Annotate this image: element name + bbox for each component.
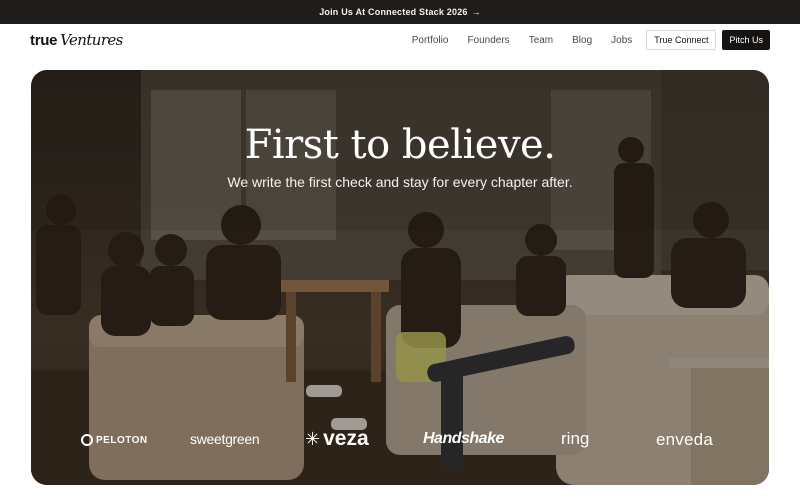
pitch-us-button[interactable]: Pitch Us [722,30,770,50]
arrow-right-icon: → [471,7,481,17]
veza-wordmark: veza [323,427,369,450]
nav-links: Portfolio Founders Team Blog Jobs True C… [412,30,770,50]
portfolio-logos: PELOTON sweetgreen ✳ veza Handshake ring… [31,427,769,454]
peloton-logo[interactable]: PELOTON [81,434,148,446]
true-connect-button[interactable]: True Connect [646,30,717,50]
sweetgreen-logo[interactable]: sweetgreen [190,431,260,447]
hero-title: First to believe. [244,122,556,168]
hero-banner: First to believe. We write the first che… [31,70,769,485]
ring-logo[interactable]: ring [561,429,589,449]
announcement-text[interactable]: Join Us At Connected Stack 2026 [319,7,467,17]
peloton-mark-icon [81,434,93,446]
handshake-logo[interactable]: Handshake [423,430,504,448]
logo-script: Ventures [60,31,123,49]
nav-jobs[interactable]: Jobs [611,35,632,46]
hero-subtitle: We write the first check and stay for ev… [227,174,573,190]
nav-blog[interactable]: Blog [572,35,592,46]
nav-founders[interactable]: Founders [467,35,509,46]
top-nav: true Ventures Portfolio Founders Team Bl… [0,24,800,56]
enveda-logo[interactable]: enveda [656,430,713,450]
veza-burst-icon: ✳ [305,428,321,449]
announcement-bar[interactable]: Join Us At Connected Stack 2026 → [0,0,800,24]
peloton-wordmark: PELOTON [96,434,148,446]
nav-portfolio[interactable]: Portfolio [412,35,449,46]
true-ventures-logo[interactable]: true Ventures [30,31,123,49]
nav-team[interactable]: Team [529,35,553,46]
veza-logo[interactable]: ✳ veza [305,427,369,451]
logo-wordmark: true [30,32,58,49]
